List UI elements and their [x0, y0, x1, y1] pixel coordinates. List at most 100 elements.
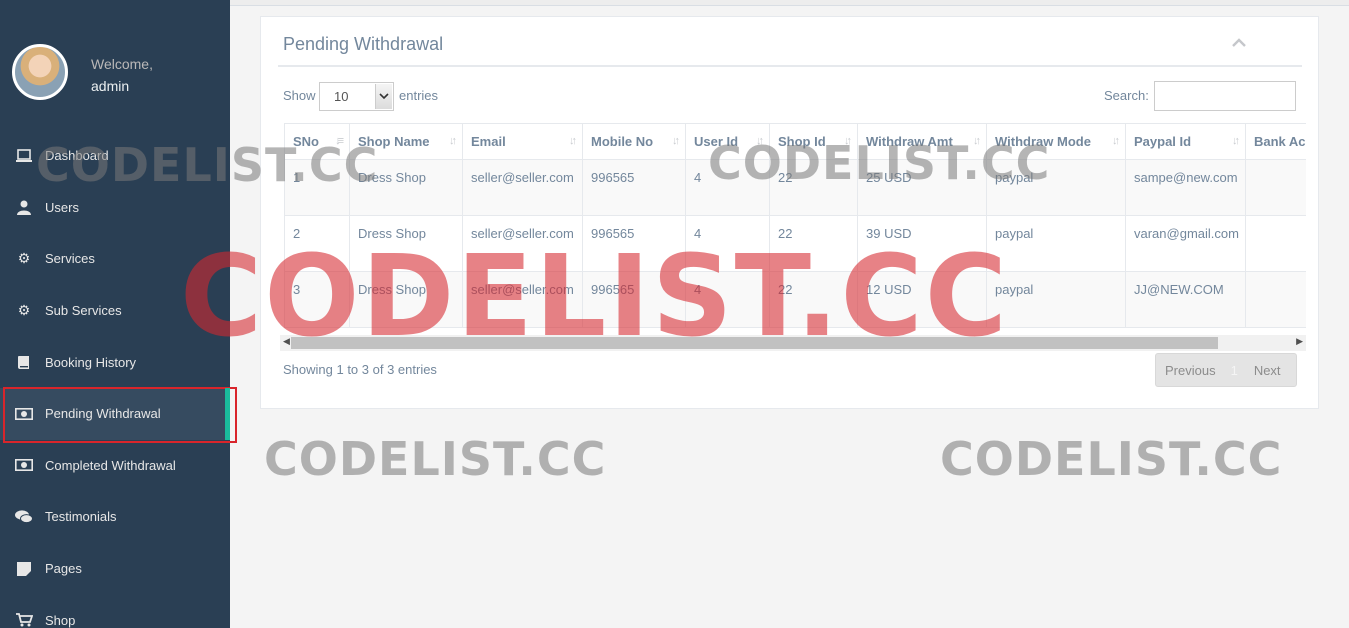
watermark: CODELIST.CC	[264, 432, 607, 486]
table-cell: 22	[769, 159, 858, 216]
sort-icon: ↓↑	[449, 135, 457, 147]
column-header-label: Email	[471, 134, 506, 149]
comments-icon	[15, 508, 33, 526]
column-header-label: Shop Id	[778, 134, 826, 149]
sort-icon: ↓↑	[1112, 135, 1120, 147]
table-cell: 25 USD	[857, 159, 987, 216]
withdrawal-table-container: SNo ↓≡ Shop Name ↓↑ Email ↓↑ Mobile No ↓↑ Us…	[284, 123, 1306, 328]
sidebar-item-label: Users	[45, 199, 79, 215]
table-row: 1 Dress Shop seller@seller.com 996565 4 …	[284, 159, 1306, 216]
table-cell: 12 USD	[857, 271, 987, 328]
table-cell: Dress Shop	[349, 271, 463, 328]
avatar[interactable]	[12, 44, 68, 100]
sidebar-item-label: Testimonials	[45, 509, 117, 525]
sidebar-item-label: Dashboard	[45, 148, 109, 164]
sort-icon: ↓↑	[973, 135, 981, 147]
column-header-bank-account[interactable]: Bank Account↓↑	[1245, 123, 1306, 160]
table-cell: paypal	[986, 271, 1126, 328]
table-cell: 3	[284, 271, 350, 328]
table-cell: 1	[284, 159, 350, 216]
table-cell: seller@seller.com	[462, 159, 583, 216]
table-cell: 996565	[582, 159, 686, 216]
sidebar-item-booking-history[interactable]: Booking History	[0, 336, 230, 388]
page-length-select[interactable]: 10	[319, 82, 394, 111]
table-cell	[1245, 159, 1306, 216]
column-header-label: Paypal Id	[1134, 134, 1192, 149]
sort-icon: ↓↑	[569, 135, 577, 147]
scroll-right-arrow-icon[interactable]: ▶	[1296, 336, 1303, 347]
table-cell: seller@seller.com	[462, 215, 583, 272]
cart-icon	[15, 611, 33, 628]
column-header-sno[interactable]: SNo ↓≡	[284, 123, 350, 160]
column-header-user-id[interactable]: User Id ↓↑	[685, 123, 770, 160]
search-label: Search:	[1104, 88, 1149, 103]
money-icon	[15, 405, 33, 423]
column-header-mobile-no[interactable]: Mobile No ↓↑	[582, 123, 686, 160]
sidebar: Welcome, admin Dashboard Users ⚙ Service…	[0, 0, 237, 628]
page-icon	[15, 560, 33, 578]
table-cell	[1245, 271, 1306, 328]
table-cell: 22	[769, 271, 858, 328]
column-header-paypal-id[interactable]: Paypal Id ↓↑	[1125, 123, 1246, 160]
sidebar-item-label: Completed Withdrawal	[45, 457, 176, 473]
column-header-shop-id[interactable]: Shop Id ↓↑	[769, 123, 858, 160]
sidebar-menu: Dashboard Users ⚙ Services ⚙ Sub Service…	[0, 130, 237, 628]
sidebar-item-completed-withdrawal[interactable]: Completed Withdrawal	[0, 440, 230, 492]
table-cell: seller@seller.com	[462, 271, 583, 328]
column-header-email[interactable]: Email ↓↑	[462, 123, 583, 160]
column-header-label: Shop Name	[358, 134, 430, 149]
sidebar-item-sub-services[interactable]: ⚙ Sub Services	[0, 285, 230, 337]
sidebar-item-pages[interactable]: Pages	[0, 543, 230, 595]
table-cell: 2	[284, 215, 350, 272]
table-cell: varan@gmail.com	[1125, 215, 1246, 272]
table-row: 3 Dress Shop seller@seller.com 996565 4 …	[284, 271, 1306, 328]
sidebar-item-label: Services	[45, 251, 95, 267]
table-cell: JJ@NEW.COM	[1125, 271, 1246, 328]
sidebar-item-pending-withdrawal[interactable]: Pending Withdrawal	[0, 386, 237, 443]
table-cell	[1245, 215, 1306, 272]
welcome-text: Welcome,	[91, 56, 153, 72]
column-header-shop-name[interactable]: Shop Name ↓↑	[349, 123, 463, 160]
sidebar-item-services[interactable]: ⚙ Services	[0, 233, 230, 285]
page-1-button[interactable]: 1	[1231, 363, 1238, 378]
column-header-label: Mobile No	[591, 134, 654, 149]
table-info: Showing 1 to 3 of 3 entries	[283, 362, 437, 377]
scrollbar-thumb[interactable]	[291, 337, 1218, 349]
sort-asc-icon: ↓≡	[335, 135, 344, 147]
collapse-chevron-up-icon[interactable]	[1232, 35, 1246, 49]
table-header-row: SNo ↓≡ Shop Name ↓↑ Email ↓↑ Mobile No ↓↑ Us…	[284, 123, 1306, 160]
sidebar-item-shop[interactable]: Shop	[0, 594, 230, 628]
sidebar-item-testimonials[interactable]: Testimonials	[0, 491, 230, 543]
sort-icon: ↓↑	[756, 135, 764, 147]
column-header-label: Bank Account	[1254, 134, 1306, 149]
gear-icon: ⚙	[17, 250, 31, 267]
sidebar-item-label: Pages	[45, 561, 82, 577]
table-cell: sampe@new.com	[1125, 159, 1246, 216]
sort-icon: ↓↑	[672, 135, 680, 147]
chevron-down-icon	[375, 84, 392, 109]
search-input[interactable]	[1154, 81, 1296, 111]
scroll-left-arrow-icon[interactable]: ◀	[283, 336, 290, 347]
column-header-label: Withdraw Mode	[995, 134, 1091, 149]
table-row: 2 Dress Shop seller@seller.com 996565 4 …	[284, 215, 1306, 272]
column-header-label: SNo	[293, 134, 319, 149]
top-nav-bar	[230, 0, 1349, 6]
panel-title: Pending Withdrawal	[283, 34, 444, 54]
table-cell: paypal	[986, 215, 1126, 272]
withdrawal-table: SNo ↓≡ Shop Name ↓↑ Email ↓↑ Mobile No ↓↑ Us…	[284, 123, 1306, 328]
next-button[interactable]: Next	[1254, 363, 1281, 378]
page-length-value: 10	[334, 89, 349, 104]
horizontal-scrollbar[interactable]: ◀ ▶	[280, 335, 1306, 351]
show-label: Show	[283, 88, 316, 103]
username: admin	[91, 78, 130, 94]
column-header-label: Withdraw Amt	[866, 134, 953, 149]
column-header-withdraw-amt[interactable]: Withdraw Amt ↓↑	[857, 123, 987, 160]
column-header-withdraw-mode[interactable]: Withdraw Mode ↓↑	[986, 123, 1126, 160]
previous-button[interactable]: Previous	[1165, 363, 1216, 378]
sort-icon: ↓↑	[844, 135, 852, 147]
sidebar-item-dashboard[interactable]: Dashboard	[0, 130, 230, 182]
table-cell: 4	[685, 215, 770, 272]
table-cell: 39 USD	[857, 215, 987, 272]
divider	[278, 65, 1302, 67]
sidebar-item-users[interactable]: Users	[0, 182, 230, 234]
